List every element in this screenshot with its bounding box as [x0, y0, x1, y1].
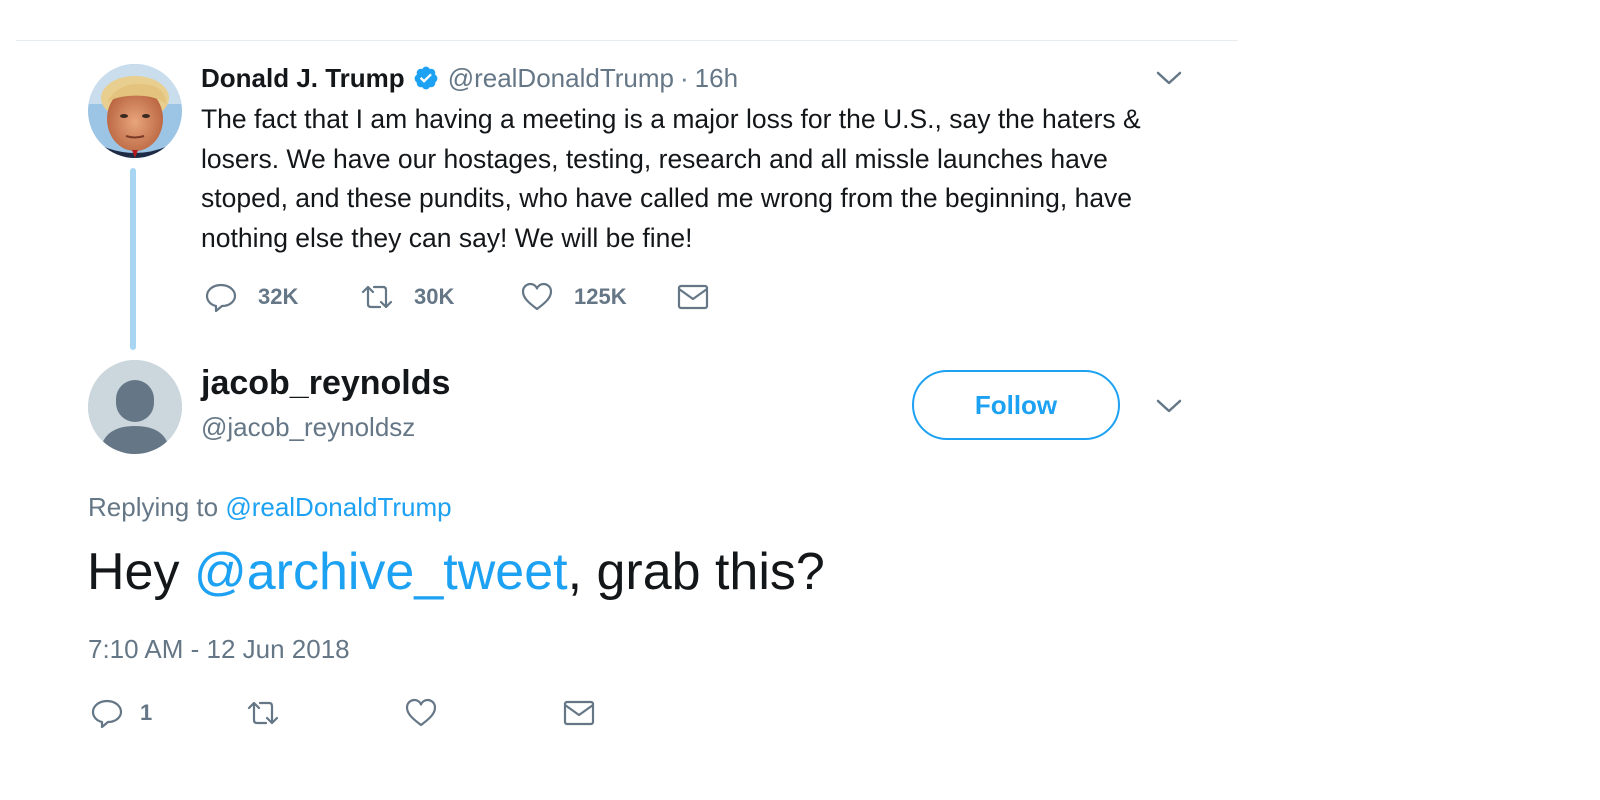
reply-tweet-menu-chevron-down-icon[interactable]	[1155, 396, 1183, 416]
reply-timestamp[interactable]: 7:10 AM - 12 Jun 2018	[88, 634, 350, 665]
retweet-button[interactable]	[246, 696, 404, 730]
heart-icon	[405, 698, 437, 727]
reply-icon	[91, 699, 123, 729]
reply-text-suffix: , grab this?	[567, 543, 825, 601]
reply-author-name[interactable]: jacob_reynolds	[201, 364, 450, 403]
retweet-icon	[361, 285, 393, 309]
envelope-icon	[563, 700, 595, 726]
thread-connector-line	[130, 168, 136, 350]
reply-author-handle[interactable]: @jacob_reynoldsz	[201, 412, 415, 443]
parent-tweet-actions: 32K 30K 125K	[204, 280, 710, 314]
reply-button[interactable]: 1	[90, 696, 246, 730]
follow-button[interactable]: Follow	[912, 370, 1120, 440]
parent-tweet-text: The fact that I am having a meeting is a…	[201, 104, 1141, 253]
replying-to-handle-link[interactable]: @realDonaldTrump	[225, 492, 451, 522]
reply-count: 32K	[258, 284, 299, 309]
reply-button[interactable]: 32K	[204, 280, 360, 314]
reply-tweet-text: Hey @archive_tweet, grab this?	[87, 542, 825, 602]
trump-avatar[interactable]	[88, 64, 182, 158]
envelope-icon	[677, 284, 709, 310]
parent-author-name[interactable]: Donald J. Trump	[201, 63, 405, 94]
mention-link[interactable]: @archive_tweet	[194, 543, 568, 601]
heart-icon	[521, 282, 553, 311]
verified-badge-icon	[413, 65, 439, 91]
top-divider	[16, 40, 1238, 41]
reply-tweet-actions: 1	[90, 696, 596, 730]
parent-tweet-time[interactable]: 16h	[695, 63, 738, 94]
reply-text-prefix: Hey	[87, 543, 180, 601]
retweet-button[interactable]: 30K	[360, 280, 520, 314]
reply-icon	[205, 283, 237, 313]
like-button[interactable]	[404, 696, 562, 730]
direct-message-button[interactable]	[676, 280, 710, 314]
jacob-avatar[interactable]	[88, 360, 182, 454]
like-count: 125K	[574, 284, 627, 309]
retweet-count: 30K	[414, 284, 455, 309]
parent-tweet-menu-chevron-down-icon[interactable]	[1155, 68, 1183, 88]
reply-count: 1	[140, 700, 153, 725]
retweet-icon	[247, 701, 279, 725]
parent-author-handle[interactable]: @realDonaldTrump	[448, 63, 674, 94]
replying-to-prefix: Replying to	[88, 492, 219, 522]
parent-tweet-header: Donald J. Trump @realDonaldTrump · 16h	[201, 62, 738, 94]
separator-dot: ·	[679, 62, 689, 93]
replying-to-line: Replying to @realDonaldTrump	[88, 492, 452, 523]
default-avatar-icon	[88, 360, 182, 454]
direct-message-button[interactable]	[562, 696, 596, 730]
trump-avatar-photo	[88, 64, 182, 158]
like-button[interactable]: 125K	[520, 280, 676, 314]
